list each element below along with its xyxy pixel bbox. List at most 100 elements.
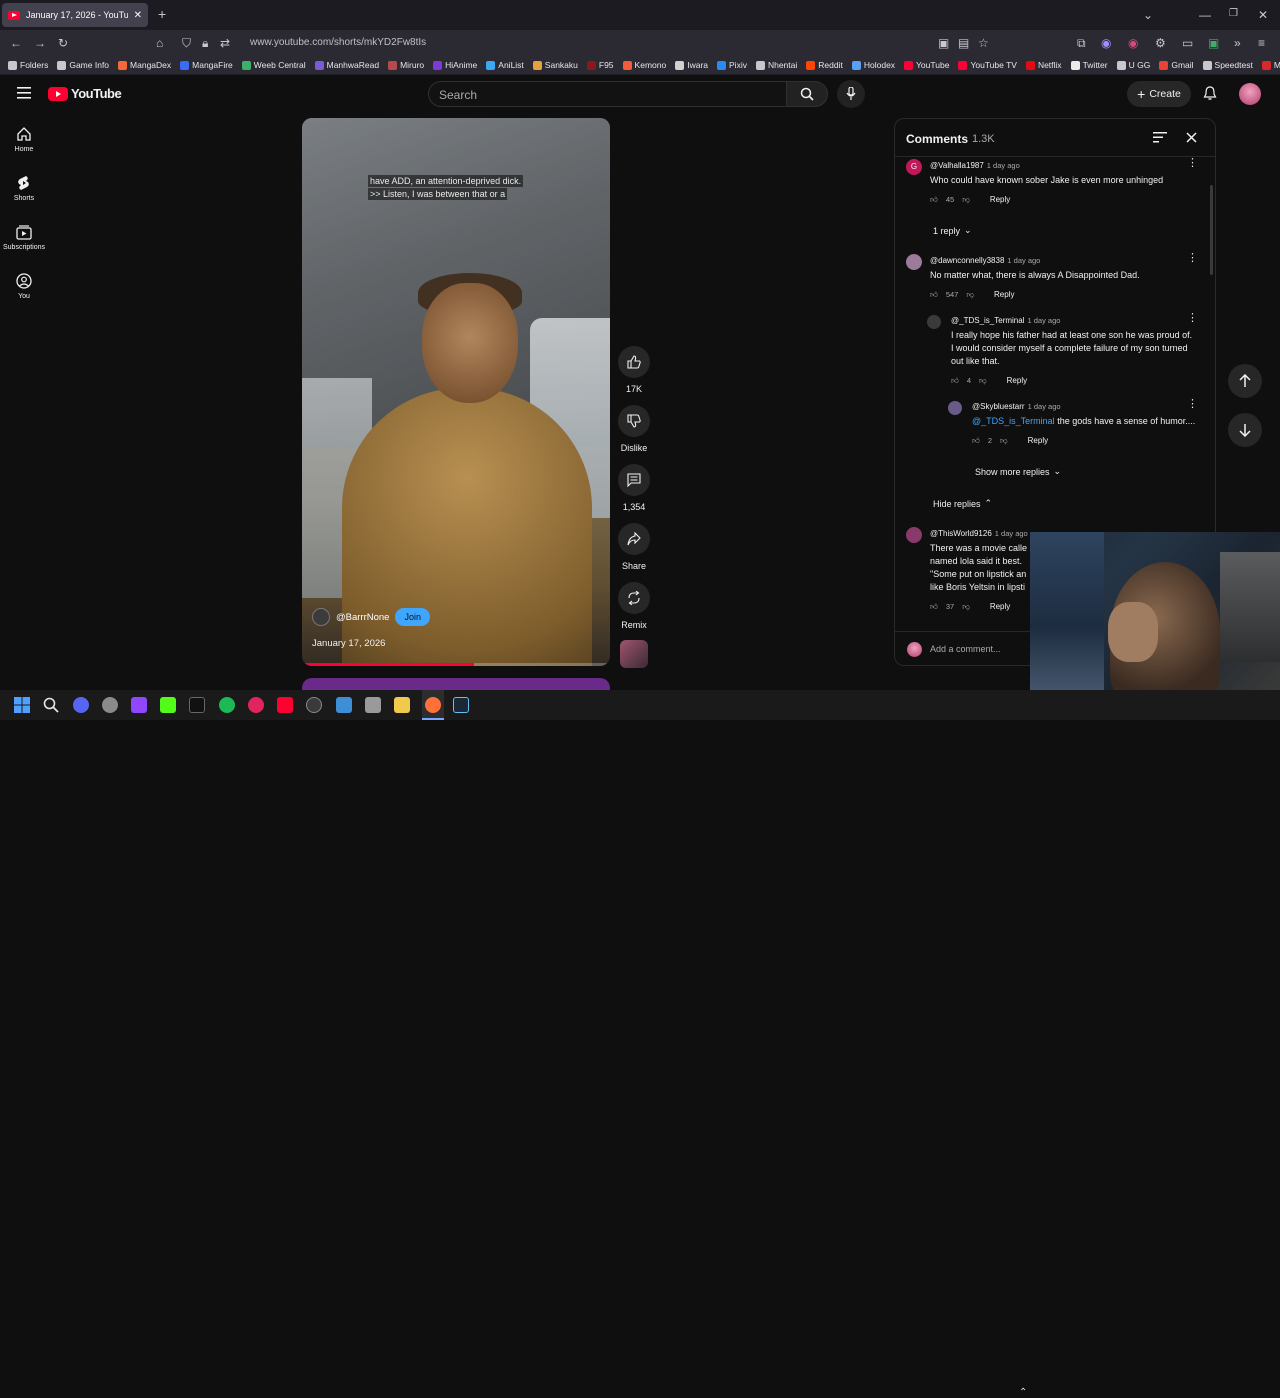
bookmark-item[interactable]: MangaDex: [118, 60, 171, 70]
commenter-avatar[interactable]: [906, 527, 922, 543]
lock-icon[interactable]: 🔒︎: [202, 36, 208, 50]
sound-thumbnail[interactable]: [620, 640, 648, 668]
comment-author[interactable]: @dawnconnelly3838: [930, 256, 1004, 265]
comment-like-icon[interactable]: 👍︎: [930, 193, 938, 206]
bookmark-item[interactable]: Folders: [8, 60, 48, 70]
next-short-button[interactable]: [1228, 413, 1262, 447]
steam-icon[interactable]: [453, 697, 469, 713]
bookmark-item[interactable]: Pixiv: [717, 60, 747, 70]
search-input[interactable]: Search: [428, 81, 787, 107]
bookmark-item[interactable]: Holodex: [851, 60, 895, 70]
sidebar-item-shorts[interactable]: Shorts: [0, 175, 48, 202]
reply-button[interactable]: Reply: [1028, 434, 1048, 447]
permissions-icon[interactable]: ⇄: [220, 36, 230, 50]
bookmark-item[interactable]: Sankaku: [532, 60, 578, 70]
comment-options-icon[interactable]: ⋮: [1187, 399, 1198, 410]
comments-scrollbar[interactable]: [1210, 185, 1213, 275]
comments-button[interactable]: 1,354: [616, 464, 652, 512]
extension-e-icon[interactable]: ▣: [1208, 36, 1219, 50]
share-button[interactable]: Share: [616, 523, 652, 571]
comment-dislike-icon[interactable]: 👎︎: [962, 600, 970, 613]
bookmark-item[interactable]: F95: [586, 60, 614, 70]
comment-author[interactable]: @_TDS_is_Terminal: [951, 316, 1024, 325]
shield-icon[interactable]: ⛉: [182, 36, 191, 50]
back-icon[interactable]: ←: [10, 36, 22, 50]
bookmark-item[interactable]: Iwara: [675, 60, 708, 70]
photos-icon[interactable]: [336, 697, 352, 713]
channel-name[interactable]: @BarrrNone: [336, 612, 389, 623]
firefox-icon[interactable]: [425, 697, 441, 713]
picture-in-picture-icon[interactable]: ▣: [938, 36, 949, 50]
bookmark-item[interactable]: AniList: [486, 60, 524, 70]
sidebar-item-subscriptions[interactable]: Subscriptions: [0, 224, 48, 251]
list-tabs-icon[interactable]: ⌄: [1143, 8, 1153, 22]
reply-button[interactable]: Reply: [994, 288, 1014, 301]
bookmark-item[interactable]: YouTube TV: [958, 60, 1017, 70]
discord-icon[interactable]: [73, 697, 89, 713]
bookmark-item[interactable]: MEGA: [1261, 60, 1280, 70]
comment-author[interactable]: @Skybluestarr: [972, 402, 1025, 411]
tray-chevron-icon[interactable]: ⌃: [1019, 1387, 1027, 1398]
extension-d-icon[interactable]: ▭: [1182, 36, 1193, 50]
search-button[interactable]: [786, 81, 828, 107]
youtube-logo[interactable]: YouTube: [48, 86, 122, 101]
create-button[interactable]: + Create: [1127, 81, 1191, 107]
comment-options-icon[interactable]: ⋮: [1187, 253, 1198, 264]
remix-button[interactable]: Remix: [616, 582, 652, 630]
bookmark-item[interactable]: Reddit: [806, 60, 843, 70]
close-window-icon[interactable]: ✕: [1258, 8, 1268, 22]
sidebar-item-you[interactable]: You: [0, 273, 48, 300]
app-icon[interactable]: [248, 697, 264, 713]
close-tab-icon[interactable]: ✕: [134, 10, 142, 21]
comment-like-icon[interactable]: 👍︎: [972, 434, 980, 447]
hide-replies-button[interactable]: Hide replies ⌃: [933, 498, 992, 509]
extension-c-icon[interactable]: ⚙: [1155, 36, 1166, 50]
sort-icon[interactable]: [1153, 132, 1167, 143]
comment-dislike-icon[interactable]: 👎︎: [979, 374, 987, 387]
overflow-icon[interactable]: »: [1234, 36, 1241, 50]
maximize-icon[interactable]: ❐: [1229, 8, 1238, 19]
x-icon[interactable]: [189, 697, 205, 713]
extension-a-icon[interactable]: ◉: [1101, 36, 1111, 50]
hamburger-menu-icon[interactable]: [17, 87, 31, 99]
bookmark-item[interactable]: Netflix: [1025, 60, 1062, 70]
comment-mention[interactable]: @_TDS_is_Terminal: [972, 416, 1055, 426]
next-short-preview[interactable]: [302, 678, 610, 690]
progress-bar[interactable]: [302, 663, 610, 666]
shield-app-icon[interactable]: [365, 697, 381, 713]
reply-button[interactable]: Reply: [990, 600, 1010, 613]
file-explorer-icon[interactable]: [394, 697, 410, 713]
comment-dislike-icon[interactable]: 👎︎: [966, 288, 974, 301]
bookmark-item[interactable]: Game Info: [57, 60, 109, 70]
bookmark-item[interactable]: Weeb Central: [241, 60, 306, 70]
comment-options-icon[interactable]: ⋮: [1187, 158, 1198, 169]
new-tab-icon[interactable]: +: [158, 6, 166, 22]
bookmark-item[interactable]: YouTube: [904, 60, 949, 70]
twitch-icon[interactable]: [131, 697, 147, 713]
dislike-button[interactable]: Dislike: [616, 405, 652, 453]
commenter-avatar[interactable]: [948, 401, 962, 415]
voice-search-button[interactable]: [837, 80, 865, 108]
comment-options-icon[interactable]: ⋮: [1187, 313, 1198, 324]
taskbar-search-icon[interactable]: [43, 697, 59, 713]
app-icon[interactable]: [102, 697, 118, 713]
url-bar[interactable]: ⛉ 🔒︎ ⇄ www.youtube.com/shorts/mkYD2Fw8tI…: [150, 33, 1000, 53]
extensions-icon[interactable]: ⧉: [1077, 36, 1086, 50]
reply-button[interactable]: Reply: [1007, 374, 1027, 387]
menu-icon[interactable]: ≡: [1258, 36, 1265, 50]
join-button[interactable]: Join: [395, 608, 430, 626]
notifications-bell-icon[interactable]: [1203, 86, 1217, 102]
bookmark-item[interactable]: Twitter: [1070, 60, 1108, 70]
short-video-player[interactable]: have ADD, an attention-deprived dick. >>…: [302, 118, 610, 666]
youtube-app-icon[interactable]: [277, 697, 293, 713]
replies-toggle[interactable]: 1 reply ⌄: [933, 225, 972, 236]
browser-tab[interactable]: January 17, 2026 - YouTube ✕: [2, 3, 148, 27]
bookmark-item[interactable]: Nhentai: [755, 60, 797, 70]
kick-icon[interactable]: [160, 697, 176, 713]
media-player-icon[interactable]: [306, 697, 322, 713]
extension-b-icon[interactable]: ◉: [1128, 36, 1138, 50]
close-comments-icon[interactable]: [1186, 132, 1197, 143]
comment-dislike-icon[interactable]: 👎︎: [962, 193, 970, 206]
comment-author[interactable]: @ThisWorld9126: [930, 529, 992, 538]
minimize-icon[interactable]: —: [1199, 8, 1211, 22]
